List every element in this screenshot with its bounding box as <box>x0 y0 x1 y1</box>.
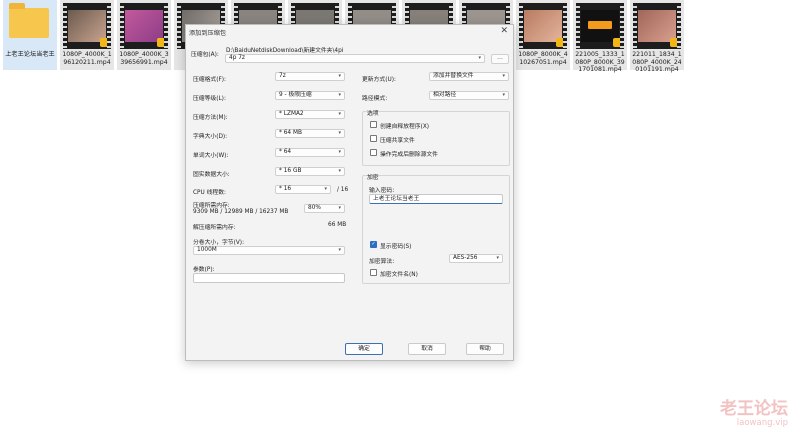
word-size-select[interactable]: * 64 ▾ <box>275 148 345 157</box>
file-label: 1080P_4000K_196120211.mp4 <box>62 51 112 66</box>
chevron-down-icon: ▾ <box>478 55 481 61</box>
file-label: 上老王论坛当老王 <box>5 51 55 58</box>
video-file-item[interactable]: 221011_1834_1080P_4000K_240101191.mp4 <box>630 0 684 73</box>
watermark: 老王论坛 laowang.vip <box>720 400 788 428</box>
format-select[interactable]: 7z ▾ <box>275 72 345 81</box>
level-label: 压缩等级(L): <box>193 96 226 102</box>
video-thumbnail-icon <box>633 3 681 49</box>
chevron-down-icon: ▾ <box>502 73 505 79</box>
parameters-input[interactable] <box>193 273 345 283</box>
update-mode-select[interactable]: 添加并替换文件 ▾ <box>429 72 509 81</box>
chevron-down-icon: ▾ <box>338 205 341 211</box>
video-thumbnail-icon <box>120 3 168 49</box>
video-file-item[interactable]: 1080P_4000K_196120211.mp4 <box>60 0 114 70</box>
show-password-label: 显示密码(S) <box>380 244 412 250</box>
shared-files-checkbox[interactable] <box>370 135 377 142</box>
chevron-down-icon: ▾ <box>338 168 341 174</box>
file-label: 221011_1834_1080P_4000K_240101191.mp4 <box>632 51 682 73</box>
method-label: 压缩方法(M): <box>193 115 228 121</box>
shared-files-label: 压缩共享文件 <box>380 138 415 144</box>
volume-size-label: 分卷大小，字节(V): <box>193 240 245 246</box>
encryption-method-select[interactable]: AES-256 ▾ <box>449 254 503 263</box>
encrypt-names-checkbox[interactable] <box>370 269 377 276</box>
path-mode-label: 路径模式: <box>362 96 388 102</box>
chevron-down-icon: ▾ <box>338 149 341 155</box>
encryption-title: 加密 <box>367 175 379 181</box>
archive-label: 压缩包(A): <box>191 52 219 58</box>
memory-percent-select[interactable]: 80% ▾ <box>304 204 345 213</box>
decompress-memory-value: 66 MB <box>328 222 347 228</box>
memory-usage-label: 压缩所需内存: <box>193 203 230 209</box>
delete-after-checkbox[interactable] <box>370 149 377 156</box>
encrypt-names-label: 加密文件名(N) <box>380 272 418 278</box>
cpu-threads-select[interactable]: * 16 ▾ <box>275 185 331 194</box>
browse-button[interactable]: ... <box>491 54 509 64</box>
chevron-down-icon: ▾ <box>496 255 499 261</box>
folder-item[interactable]: 上老王论坛当老王 <box>3 0 57 70</box>
chevron-down-icon: ▾ <box>324 186 327 192</box>
chevron-down-icon: ▾ <box>338 130 341 136</box>
cpu-threads-total: / 16 <box>337 187 349 193</box>
password-label: 输入密码: <box>369 188 395 194</box>
folder-icon <box>9 3 49 38</box>
file-label: 1080P_4000K_339656991.mp4 <box>119 51 169 66</box>
chevron-down-icon: ▾ <box>502 92 505 98</box>
sfx-label: 创建自释放程序(X) <box>380 124 430 130</box>
path-mode-select[interactable]: 相对路径 ▾ <box>429 91 509 100</box>
volume-size-combo[interactable]: 1000M ▾ <box>193 246 345 255</box>
level-select[interactable]: 9 - 极限压缩 ▾ <box>275 91 345 100</box>
show-password-checkbox[interactable]: ✓ <box>370 241 377 248</box>
decompress-memory-label: 解压缩所需内存: <box>193 225 236 231</box>
update-mode-label: 更新方式(U): <box>362 77 396 83</box>
solid-block-select[interactable]: * 16 GB ▾ <box>275 167 345 176</box>
watermark-url: laowang.vip <box>736 418 788 428</box>
chevron-down-icon: ▾ <box>338 247 341 253</box>
video-thumbnail-icon <box>576 3 624 49</box>
archive-path-text: D:\BaiduNetdiskDownload\新建文件夹\4pi <box>226 48 344 54</box>
file-label: 1080P_8000K_410267051.mp4 <box>518 51 568 66</box>
delete-after-label: 操作完成后删除源文件 <box>380 152 438 158</box>
dialog-titlebar[interactable]: 添加到压缩包 ✕ <box>186 25 513 39</box>
chevron-down-icon: ▾ <box>338 73 341 79</box>
dictionary-label: 字典大小(D): <box>193 134 228 140</box>
dictionary-select[interactable]: * 64 MB ▾ <box>275 129 345 138</box>
options-title: 选项 <box>367 111 379 117</box>
cpu-threads-label: CPU 线程数: <box>193 190 226 196</box>
chevron-down-icon: ▾ <box>338 92 341 98</box>
sfx-checkbox[interactable] <box>370 121 377 128</box>
ok-button[interactable]: 确定 <box>345 343 383 355</box>
dialog-title: 添加到压缩包 <box>189 30 227 37</box>
method-select[interactable]: * LZMA2 ▾ <box>275 110 345 119</box>
watermark-title: 老王论坛 <box>720 399 788 419</box>
video-thumbnail-icon <box>519 3 567 49</box>
password-input[interactable]: 上老王论坛当老王 <box>369 194 503 204</box>
encryption-method-label: 加密算法: <box>369 259 395 265</box>
archive-name-value: 4p 7z <box>229 55 245 61</box>
word-size-label: 单词大小(W): <box>193 153 229 159</box>
video-thumbnail-icon <box>63 3 111 49</box>
video-file-item[interactable]: 221005_1333_1080P_8000K_391701081.mp4 <box>573 0 627 73</box>
cancel-button[interactable]: 取消 <box>408 343 446 355</box>
parameters-label: 参数(P): <box>193 267 215 273</box>
file-label: 221005_1333_1080P_8000K_391701081.mp4 <box>575 51 625 73</box>
archive-name-combo[interactable]: 4p 7z ▾ <box>225 54 485 63</box>
solid-block-label: 固实数据大小: <box>193 172 230 178</box>
close-button[interactable]: ✕ <box>500 26 508 36</box>
video-file-item[interactable]: 1080P_8000K_410267051.mp4 <box>516 0 570 70</box>
add-to-archive-dialog: 添加到压缩包 ✕ 压缩包(A): D:\BaiduNetdiskDownload… <box>185 24 514 361</box>
video-file-item[interactable]: 1080P_4000K_339656991.mp4 <box>117 0 171 70</box>
help-button[interactable]: 帮助 <box>466 343 504 355</box>
format-label: 压缩格式(F): <box>193 77 226 83</box>
chevron-down-icon: ▾ <box>338 111 341 117</box>
memory-usage-detail: 9309 MB / 12989 MB / 16237 MB <box>193 209 289 215</box>
